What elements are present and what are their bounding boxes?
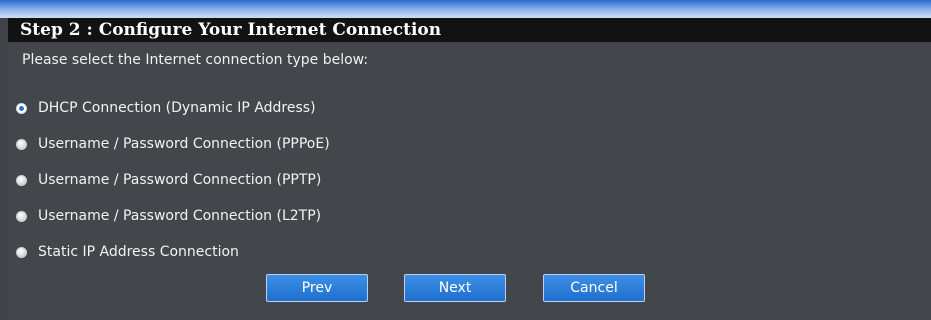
radio-l2tp[interactable] <box>16 210 27 222</box>
radio-dhcp[interactable] <box>16 102 27 114</box>
option-label: Username / Password Connection (PPTP) <box>38 172 322 188</box>
option-pppoe[interactable]: Username / Password Connection (PPPoE) <box>16 126 330 162</box>
instruction-text: Please select the Internet connection ty… <box>22 52 369 68</box>
option-label: DHCP Connection (Dynamic IP Address) <box>38 100 316 116</box>
option-l2tp[interactable]: Username / Password Connection (L2TP) <box>16 198 330 234</box>
next-button[interactable]: Next <box>404 274 506 302</box>
radio-pptp[interactable] <box>16 174 27 186</box>
prev-button[interactable]: Prev <box>266 274 368 302</box>
top-banner-strip <box>0 0 931 18</box>
option-static-ip[interactable]: Static IP Address Connection <box>16 234 330 270</box>
cancel-button[interactable]: Cancel <box>543 274 645 302</box>
page-title: Step 2 : Configure Your Internet Connect… <box>8 18 931 42</box>
radio-pppoe[interactable] <box>16 138 27 150</box>
connection-type-list: DHCP Connection (Dynamic IP Address) Use… <box>16 90 330 270</box>
wizard-panel: Please select the Internet connection ty… <box>8 42 931 320</box>
option-dhcp[interactable]: DHCP Connection (Dynamic IP Address) <box>16 90 330 126</box>
option-label: Username / Password Connection (L2TP) <box>38 208 322 224</box>
option-pptp[interactable]: Username / Password Connection (PPTP) <box>16 162 330 198</box>
option-label: Static IP Address Connection <box>38 244 239 260</box>
radio-static-ip[interactable] <box>16 246 27 258</box>
option-label: Username / Password Connection (PPPoE) <box>38 136 330 152</box>
